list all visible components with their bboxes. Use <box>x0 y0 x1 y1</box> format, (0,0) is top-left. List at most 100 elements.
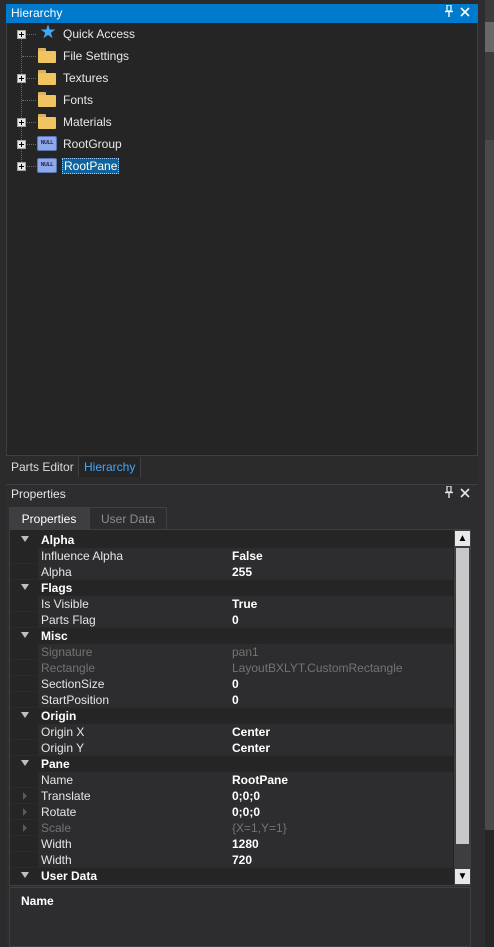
property-value[interactable]: 0 <box>232 612 239 628</box>
property-row[interactable]: Is Visible True <box>10 596 453 612</box>
property-category[interactable]: Alpha <box>10 532 453 548</box>
close-icon[interactable] <box>458 486 472 502</box>
property-value[interactable]: Center <box>232 740 270 756</box>
tree-item-label: RootGroup <box>63 137 122 151</box>
expand-arrow-icon[interactable] <box>23 824 27 832</box>
property-name: Is Visible <box>41 597 89 611</box>
folder-icon <box>38 48 56 63</box>
collapse-caret-icon[interactable] <box>21 872 29 878</box>
expand-icon[interactable] <box>17 118 26 127</box>
property-row[interactable]: Scale {X=1,Y=1} <box>10 820 453 836</box>
property-row[interactable]: Signature pan1 <box>10 644 453 660</box>
property-row[interactable]: SectionSize 0 <box>10 676 453 692</box>
property-value[interactable]: 0;0;0 <box>232 788 260 804</box>
property-grid-scrollbar[interactable]: ▲ ▼ <box>454 530 470 885</box>
property-value[interactable]: 1280 <box>232 836 259 852</box>
property-value[interactable]: 0 <box>232 692 239 708</box>
property-row[interactable]: Width 1280 <box>10 836 453 852</box>
property-value-cell[interactable] <box>232 644 453 659</box>
scrollbar-thumb[interactable] <box>456 548 469 844</box>
property-value-cell[interactable] <box>232 548 453 563</box>
tree-item-materials[interactable]: Materials <box>7 111 477 133</box>
property-name: Alpha <box>41 565 72 579</box>
scroll-up-icon[interactable]: ▲ <box>455 531 470 546</box>
property-category[interactable]: Origin <box>10 708 453 724</box>
tree-item-quick-access[interactable]: ★ Quick Access <box>7 23 477 45</box>
collapse-caret-icon[interactable] <box>21 760 29 766</box>
property-value[interactable]: True <box>232 596 257 612</box>
adjacent-panel-edge <box>478 0 494 947</box>
tab-properties[interactable]: Properties <box>9 507 89 529</box>
tab-parts-editor[interactable]: Parts Editor <box>6 457 79 477</box>
property-row[interactable]: Influence Alpha False <box>10 548 453 564</box>
property-value-cell[interactable] <box>232 852 453 867</box>
pin-icon[interactable] <box>442 485 456 502</box>
property-row[interactable]: Rotate 0;0;0 <box>10 804 453 820</box>
property-value-cell[interactable] <box>232 836 453 851</box>
tab-hierarchy[interactable]: Hierarchy <box>78 457 142 477</box>
property-value[interactable]: False <box>232 548 263 564</box>
collapse-caret-icon[interactable] <box>21 632 29 638</box>
expand-icon[interactable] <box>17 162 26 171</box>
property-value-cell[interactable] <box>232 788 453 803</box>
property-row[interactable]: Parts Flag 0 <box>10 612 453 628</box>
property-category[interactable]: Misc <box>10 628 453 644</box>
star-icon: ★ <box>39 22 57 43</box>
property-value[interactable]: 0 <box>232 676 239 692</box>
tree-item-label: Fonts <box>63 93 94 107</box>
category-label: Alpha <box>41 533 75 547</box>
property-category[interactable]: Flags <box>10 580 453 596</box>
tab-user-data[interactable]: User Data <box>89 507 167 529</box>
tree-item-rootgroup[interactable]: NULL RootGroup <box>7 133 477 155</box>
property-row[interactable]: Translate 0;0;0 <box>10 788 453 804</box>
property-grid[interactable]: Alpha Influence Alpha False Alpha 255 Flags Is… <box>9 529 471 886</box>
property-row[interactable]: StartPosition 0 <box>10 692 453 708</box>
property-value[interactable]: 255 <box>232 564 252 580</box>
property-name: Origin Y <box>41 741 85 755</box>
property-row[interactable]: Origin X Center <box>10 724 453 740</box>
hierarchy-tree[interactable]: ★ Quick Access File Settings Textures Fo… <box>6 23 478 456</box>
expand-arrow-icon[interactable] <box>23 792 27 800</box>
properties-panel-title: Properties <box>11 487 66 501</box>
expand-arrow-icon[interactable] <box>23 808 27 816</box>
adjacent-scrollbar[interactable] <box>485 0 494 947</box>
property-row[interactable]: Name RootPane <box>10 772 453 788</box>
property-value-cell[interactable] <box>232 612 453 627</box>
property-value-cell[interactable] <box>232 564 453 579</box>
tree-item-rootpane[interactable]: NULL RootPane <box>7 155 477 177</box>
hierarchy-panel-title: Hierarchy <box>11 6 63 20</box>
property-value-cell[interactable] <box>232 804 453 819</box>
property-name: StartPosition <box>41 693 110 707</box>
property-value[interactable]: RootPane <box>232 772 288 788</box>
pin-icon[interactable] <box>442 4 456 21</box>
property-row[interactable]: Alpha 255 <box>10 564 453 580</box>
property-row[interactable]: Rectangle LayoutBXLYT.CustomRectangle <box>10 660 453 676</box>
adjacent-scrollbar-knob[interactable] <box>485 22 494 52</box>
tree-item-fonts[interactable]: Fonts <box>7 89 477 111</box>
collapse-caret-icon[interactable] <box>21 584 29 590</box>
property-category[interactable]: Pane <box>10 756 453 772</box>
property-name: Signature <box>41 645 93 659</box>
expand-icon[interactable] <box>17 74 26 83</box>
tree-item-file-settings[interactable]: File Settings <box>7 45 477 67</box>
collapse-caret-icon[interactable] <box>21 712 29 718</box>
scroll-down-icon[interactable]: ▼ <box>455 869 470 884</box>
property-category[interactable]: User Data <box>10 868 453 884</box>
expand-icon[interactable] <box>17 140 26 149</box>
collapse-caret-icon[interactable] <box>21 536 29 542</box>
folder-icon <box>38 92 56 107</box>
property-name: Origin X <box>41 725 85 739</box>
expand-icon[interactable] <box>17 30 26 39</box>
property-value[interactable]: 0;0;0 <box>232 804 260 820</box>
close-icon[interactable] <box>458 5 472 21</box>
property-value[interactable]: 720 <box>232 852 252 868</box>
null-pane-icon: NULL <box>37 158 57 173</box>
property-value[interactable]: Center <box>232 724 270 740</box>
tree-item-textures[interactable]: Textures <box>7 67 477 89</box>
property-value-cell[interactable] <box>232 596 453 611</box>
adjacent-scrollbar-lower <box>485 830 494 947</box>
property-row[interactable]: Origin Y Center <box>10 740 453 756</box>
property-row[interactable]: Width 720 <box>10 852 453 868</box>
property-value-cell[interactable] <box>232 692 453 707</box>
property-value-cell[interactable] <box>232 676 453 691</box>
